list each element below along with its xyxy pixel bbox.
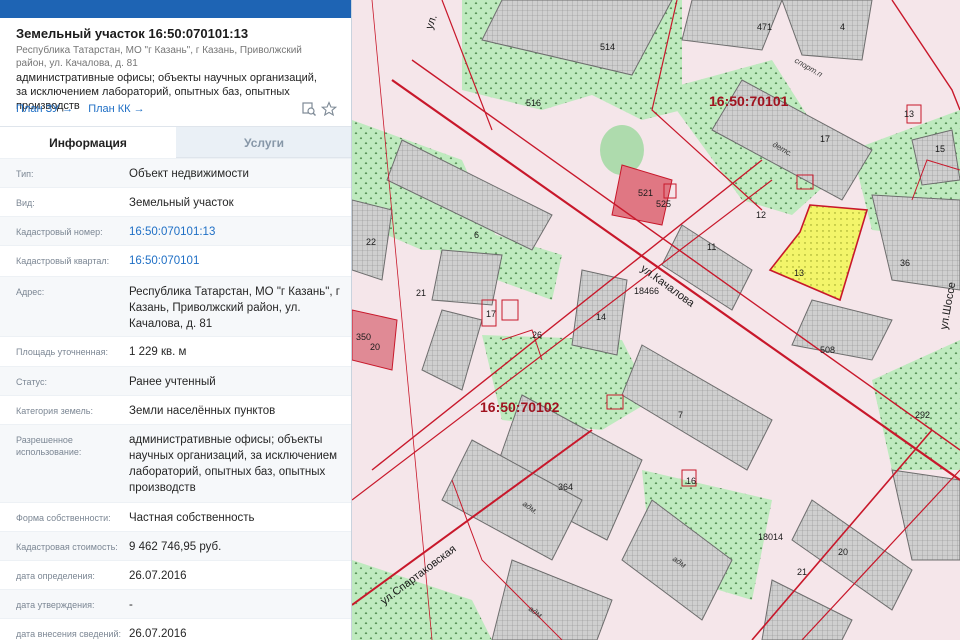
- row-label: Площадь уточненная:: [16, 347, 108, 357]
- tab-bar: Информация Услуги: [0, 126, 351, 158]
- row-entry-date: дата внесения сведений: 26.07.2016: [0, 618, 351, 640]
- row-label: Разрешенное использование:: [16, 435, 82, 457]
- row-value: Республика Татарстан, МО "г Казань", г К…: [129, 286, 340, 330]
- row-value: 26.07.2016: [129, 570, 187, 582]
- row-status: Статус: Ранее учтенный: [0, 366, 351, 395]
- quarter-label: 16:50:70102: [480, 399, 560, 415]
- row-value: Земли населённых пунктов: [129, 405, 276, 417]
- row-value: 26.07.2016: [129, 628, 187, 640]
- building-number: 4: [840, 22, 845, 32]
- row-value: Объект недвижимости: [129, 168, 249, 180]
- row-label: дата утверждения:: [16, 600, 95, 610]
- tab-services[interactable]: Услуги: [176, 126, 351, 158]
- object-header: Земельный участок 16:50:070101:13 Респуб…: [0, 18, 351, 126]
- row-permitted-use: Разрешенное использование: административ…: [0, 424, 351, 502]
- cadastral-quarter-link[interactable]: 16:50:070101: [129, 253, 345, 269]
- building-number: 17: [820, 134, 830, 144]
- row-cadastral-value: Кадастровая стоимость: 9 462 746,95 руб.: [0, 531, 351, 560]
- row-ownership: Форма собственности: Частная собственнос…: [0, 502, 351, 531]
- building-number: 292: [915, 410, 930, 420]
- building-number: 13: [904, 109, 914, 119]
- building-number: 21: [797, 567, 807, 577]
- search-bar[interactable]: [0, 0, 351, 18]
- cadastral-number-link[interactable]: 16:50:070101:13: [129, 224, 345, 240]
- building-number: 471: [757, 22, 772, 32]
- row-label: Кадастровый квартал:: [16, 256, 110, 266]
- row-label: Адрес:: [16, 287, 45, 297]
- building-number: 17: [486, 309, 496, 319]
- plan-kk-link[interactable]: План КК →: [88, 103, 144, 115]
- building-number: 508: [820, 345, 835, 355]
- row-label: Кадастровая стоимость:: [16, 542, 118, 552]
- row-label: Кадастровый номер:: [16, 227, 103, 237]
- building-number: 18466: [634, 286, 659, 296]
- zoom-to-object-icon[interactable]: [301, 101, 317, 117]
- row-label: Тип:: [16, 169, 34, 179]
- object-address: Республика Татарстан, МО "г Казань", г К…: [16, 45, 302, 69]
- building-number: 516: [526, 98, 541, 108]
- plan-zu-link[interactable]: План ЗУ →: [16, 103, 73, 115]
- building-number: 26: [532, 330, 542, 340]
- building-number: 7: [678, 410, 683, 420]
- header-tools: [301, 101, 341, 117]
- building-number: 514: [600, 42, 615, 52]
- row-value: административные офисы; объекты научных …: [129, 434, 338, 494]
- building-number: 18014: [758, 532, 783, 542]
- building-number: 364: [558, 482, 573, 492]
- row-label: Статус:: [16, 377, 47, 387]
- map-canvas[interactable]: 514 471 4 516 521 525 17 15 13 12 11 13 …: [352, 0, 960, 640]
- quarter-label: 16:50:70101: [709, 93, 789, 109]
- row-address: Адрес: Республика Татарстан, МО "г Казан…: [0, 276, 351, 336]
- row-label: Категория земель:: [16, 406, 93, 416]
- row-label: Форма собственности:: [16, 513, 111, 523]
- building-number: 350: [356, 332, 371, 342]
- building-number: 6: [474, 230, 479, 240]
- building-number: 14: [596, 312, 606, 322]
- star-icon[interactable]: [320, 101, 338, 117]
- row-kind: Вид: Земельный участок: [0, 187, 351, 216]
- building-number: 16: [686, 476, 696, 486]
- cadastral-map[interactable]: 514 471 4 516 521 525 17 15 13 12 11 13 …: [352, 0, 960, 640]
- row-area: Площадь уточненная: 1 229 кв. м: [0, 336, 351, 366]
- building-number: 20: [370, 342, 380, 352]
- building: [431, 249, 503, 306]
- object-title: Земельный участок 16:50:070101:13: [16, 26, 249, 41]
- building-number: 22: [366, 237, 376, 247]
- row-label: Вид:: [16, 198, 35, 208]
- row-label: дата определения:: [16, 571, 95, 581]
- row-land-category: Категория земель: Земли населённых пункт…: [0, 395, 351, 424]
- building-number: 11: [707, 242, 716, 252]
- building-number: 20: [838, 547, 848, 557]
- building-number: 521: [638, 188, 653, 198]
- row-value: 1 229 кв. м: [129, 346, 187, 358]
- plan-links: План ЗУ → План КК →: [16, 103, 157, 115]
- row-value: Частная собственность: [129, 512, 255, 524]
- info-panel: Земельный участок 16:50:070101:13 Респуб…: [0, 0, 352, 640]
- row-cadastral-quarter: Кадастровый квартал: 16:50:070101: [0, 245, 351, 276]
- row-type: Тип: Объект недвижимости: [0, 158, 351, 187]
- row-value: -: [129, 599, 133, 611]
- row-value: 9 462 746,95 руб.: [129, 541, 222, 553]
- tab-info[interactable]: Информация: [0, 126, 176, 158]
- building-number: 21: [416, 288, 426, 298]
- building-number: 12: [756, 210, 766, 220]
- row-value: Земельный участок: [129, 197, 234, 209]
- building-number: 525: [656, 199, 671, 209]
- row-cadastral-number: Кадастровый номер: 16:50:070101:13: [0, 216, 351, 245]
- building-number: 15: [935, 144, 945, 154]
- building-number: 13: [794, 268, 804, 278]
- row-value: Ранее учтенный: [129, 376, 216, 388]
- row-valuation-date: дата определения: 26.07.2016: [0, 560, 351, 589]
- row-label: дата внесения сведений:: [16, 629, 121, 639]
- row-approval-date: дата утверждения: -: [0, 589, 351, 618]
- building-number: 36: [900, 258, 910, 268]
